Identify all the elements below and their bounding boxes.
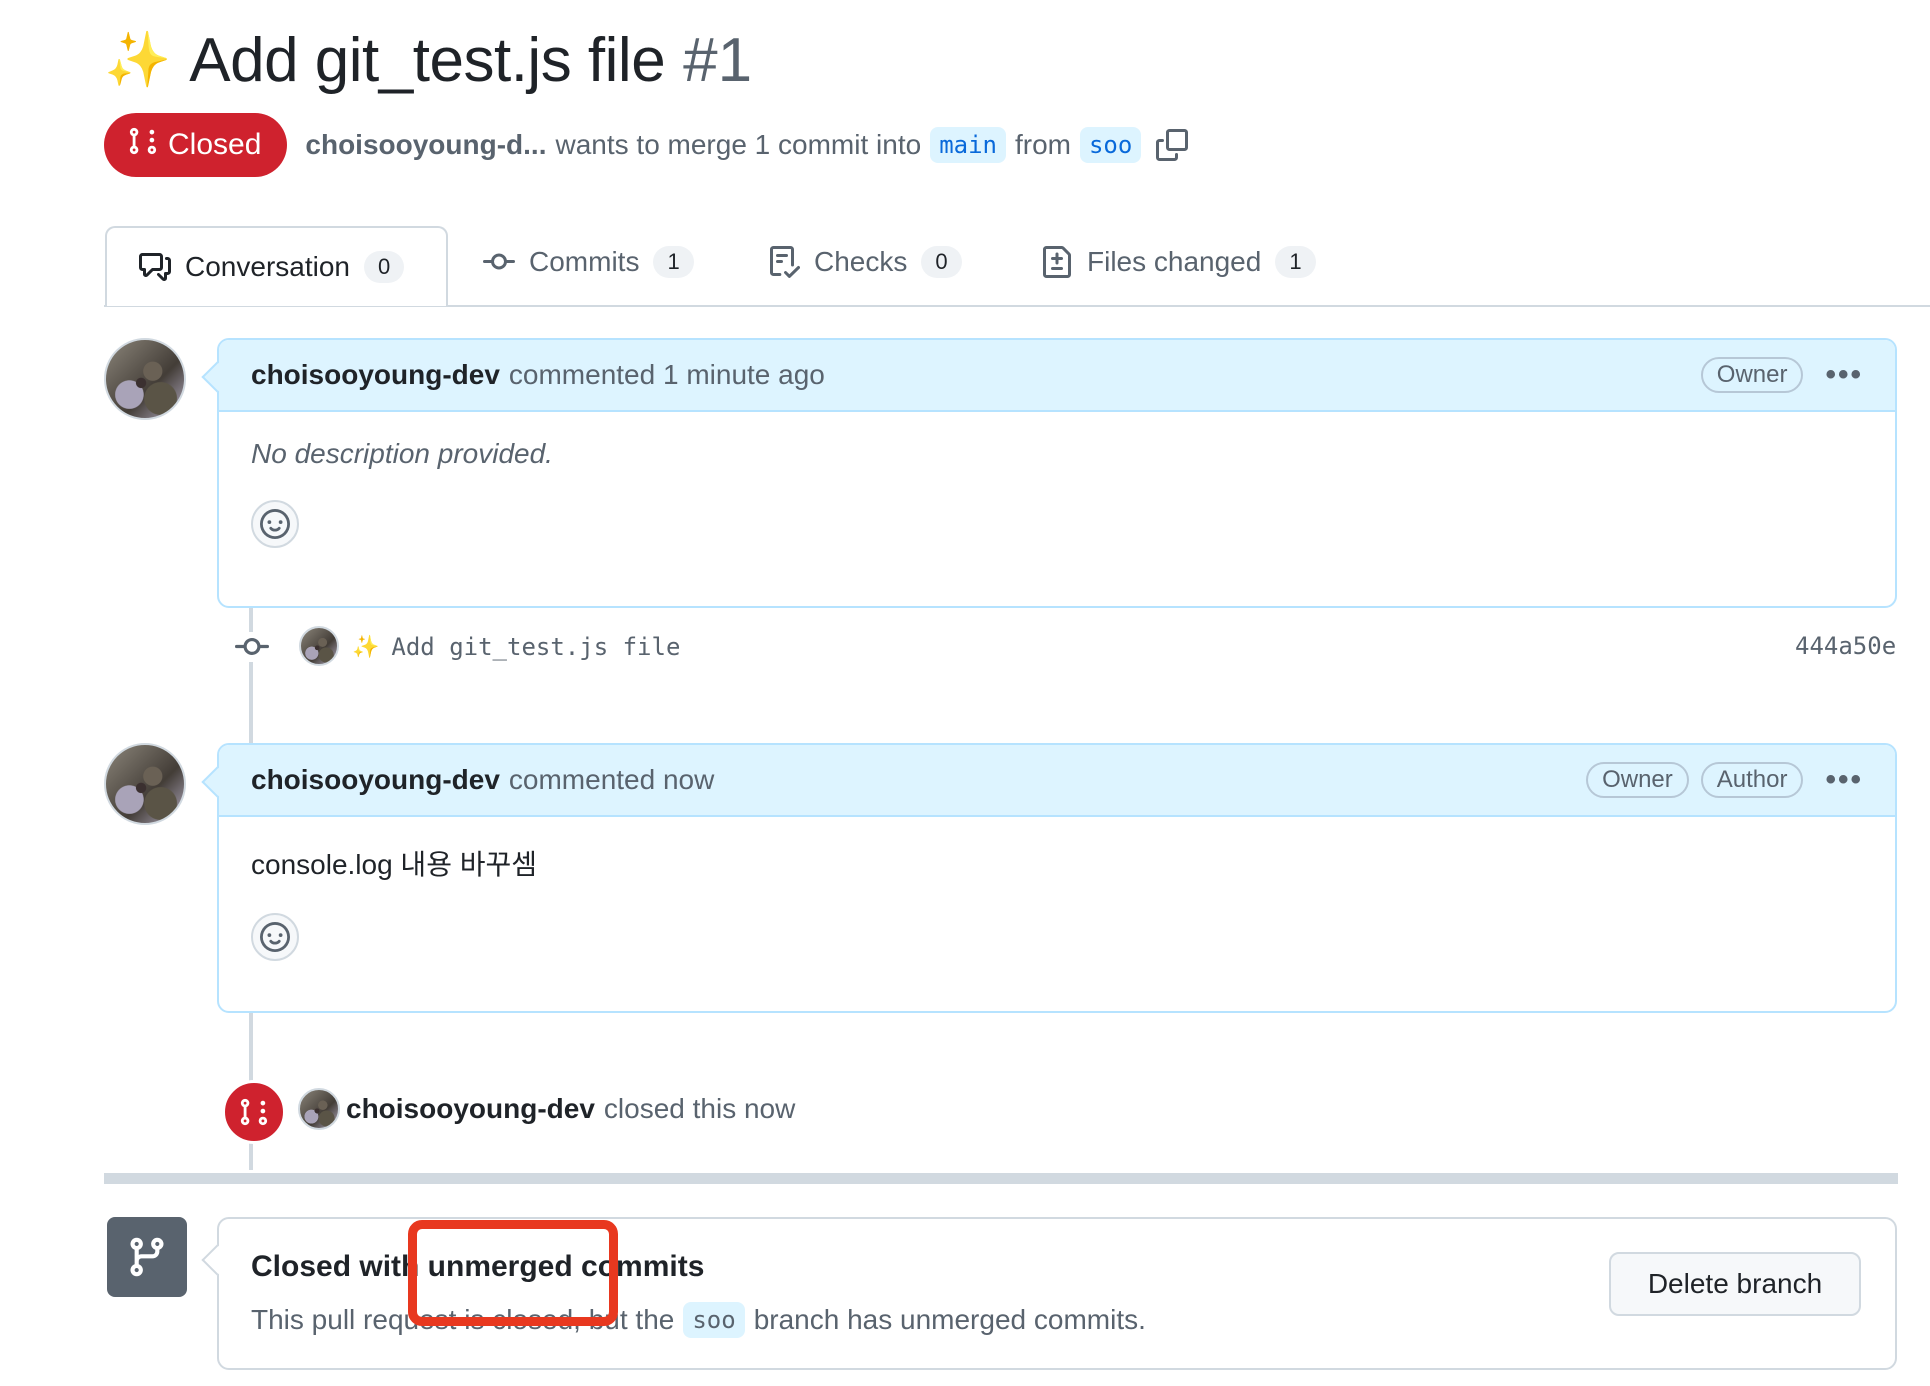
- head-branch[interactable]: soo: [683, 1302, 745, 1338]
- author-label: Author: [1700, 762, 1804, 798]
- merge-status-description: This pull request is closed, but the soo…: [251, 1302, 1146, 1338]
- kebab-menu-icon[interactable]: •••: [1825, 358, 1863, 392]
- smiley-icon: [260, 509, 290, 539]
- comment-header: choisooyoung-dev commented now Owner Aut…: [201, 745, 1895, 817]
- tab-checks[interactable]: Checks 0: [768, 246, 962, 278]
- tab-counter: 0: [363, 251, 405, 283]
- tab-counter: 0: [921, 246, 962, 278]
- description-suffix: branch has unmerged commits.: [753, 1304, 1146, 1335]
- avatar[interactable]: [104, 743, 186, 825]
- tab-conversation[interactable]: Conversation 0: [105, 226, 448, 306]
- delete-branch-button[interactable]: Delete branch: [1609, 1252, 1861, 1316]
- closed-event-text: choisooyoung-dev closed this now: [346, 1088, 795, 1130]
- status-badge: Closed: [104, 113, 288, 177]
- commit-sha[interactable]: 444a50e: [1795, 632, 1896, 660]
- head-branch[interactable]: soo: [1079, 127, 1142, 163]
- comment-text: console.log 내용 바꾸셈: [251, 849, 538, 880]
- avatar[interactable]: [298, 1088, 340, 1130]
- sparkles-icon: ✨: [104, 29, 172, 90]
- copy-icon[interactable]: [1156, 129, 1189, 161]
- comment-author[interactable]: choisooyoung-dev: [251, 359, 500, 391]
- timeline-divider: [104, 1173, 1898, 1184]
- pr-title-row: ✨ Add git_test.js file #1: [104, 18, 752, 102]
- checklist-icon: [768, 246, 800, 278]
- tab-counter: 1: [653, 246, 694, 278]
- add-reaction-button[interactable]: [251, 913, 299, 961]
- owner-label: Owner: [1700, 357, 1804, 393]
- tab-label: Conversation: [185, 251, 350, 282]
- comment-body: No description provided.: [219, 412, 1895, 574]
- event-description[interactable]: closed this now: [604, 1093, 795, 1125]
- tab-label: Checks: [814, 246, 908, 277]
- git-commit-icon: [234, 632, 270, 662]
- tab-label: Commits: [529, 246, 640, 277]
- comment-timestamp[interactable]: commented 1 minute ago: [509, 359, 825, 391]
- pr-title: Add git_test.js file: [189, 25, 666, 95]
- base-branch[interactable]: main: [930, 127, 1006, 163]
- avatar[interactable]: [299, 626, 339, 666]
- add-reaction-button[interactable]: [251, 500, 299, 548]
- comment-author[interactable]: choisooyoung-dev: [251, 764, 500, 796]
- comment-body: console.log 내용 바꾸셈: [219, 817, 1895, 987]
- annotation-highlight: [408, 1220, 618, 1326]
- smiley-icon: [260, 922, 290, 952]
- comment-header: choisooyoung-dev commented 1 minute ago …: [201, 340, 1895, 412]
- from-text: from: [1014, 129, 1071, 160]
- git-branch-icon: [107, 1217, 187, 1297]
- avatar[interactable]: [104, 338, 186, 420]
- commit-row: ✨ Add git_test.js file: [352, 630, 680, 664]
- merge-text: wants to merge 1 commit into: [555, 129, 922, 160]
- tab-counter: 1: [1275, 246, 1316, 278]
- pr-number: #1: [683, 25, 753, 95]
- comment-text: No description provided.: [251, 438, 553, 469]
- tab-commits[interactable]: Commits 1: [483, 246, 694, 278]
- sparkles-icon: ✨: [352, 634, 380, 659]
- commit-message[interactable]: Add git_test.js file: [391, 633, 680, 661]
- comment-discussion-icon: [139, 251, 171, 283]
- event-actor[interactable]: choisooyoung-dev: [346, 1093, 595, 1125]
- git-pull-request-closed-icon: [128, 126, 158, 164]
- closed-event-icon: [222, 1080, 286, 1144]
- status-label: Closed: [168, 128, 262, 161]
- git-commit-icon: [483, 246, 515, 278]
- tab-label: Files changed: [1087, 246, 1262, 277]
- comment-timestamp[interactable]: commented now: [509, 764, 714, 796]
- file-diff-icon: [1041, 246, 1073, 278]
- owner-label: Owner: [1586, 762, 1689, 798]
- pr-status-row: Closed choisooyoung-d... wants to merge …: [104, 112, 1189, 178]
- pr-merge-description: choisooyoung-d... wants to merge 1 commi…: [305, 127, 1189, 163]
- comment-box: choisooyoung-dev commented 1 minute ago …: [201, 338, 1897, 608]
- tab-files-changed[interactable]: Files changed 1: [1041, 246, 1316, 278]
- kebab-menu-icon[interactable]: •••: [1825, 763, 1863, 797]
- pr-author-link[interactable]: choisooyoung-d...: [305, 129, 546, 161]
- comment-box: choisooyoung-dev commented now Owner Aut…: [201, 743, 1897, 1013]
